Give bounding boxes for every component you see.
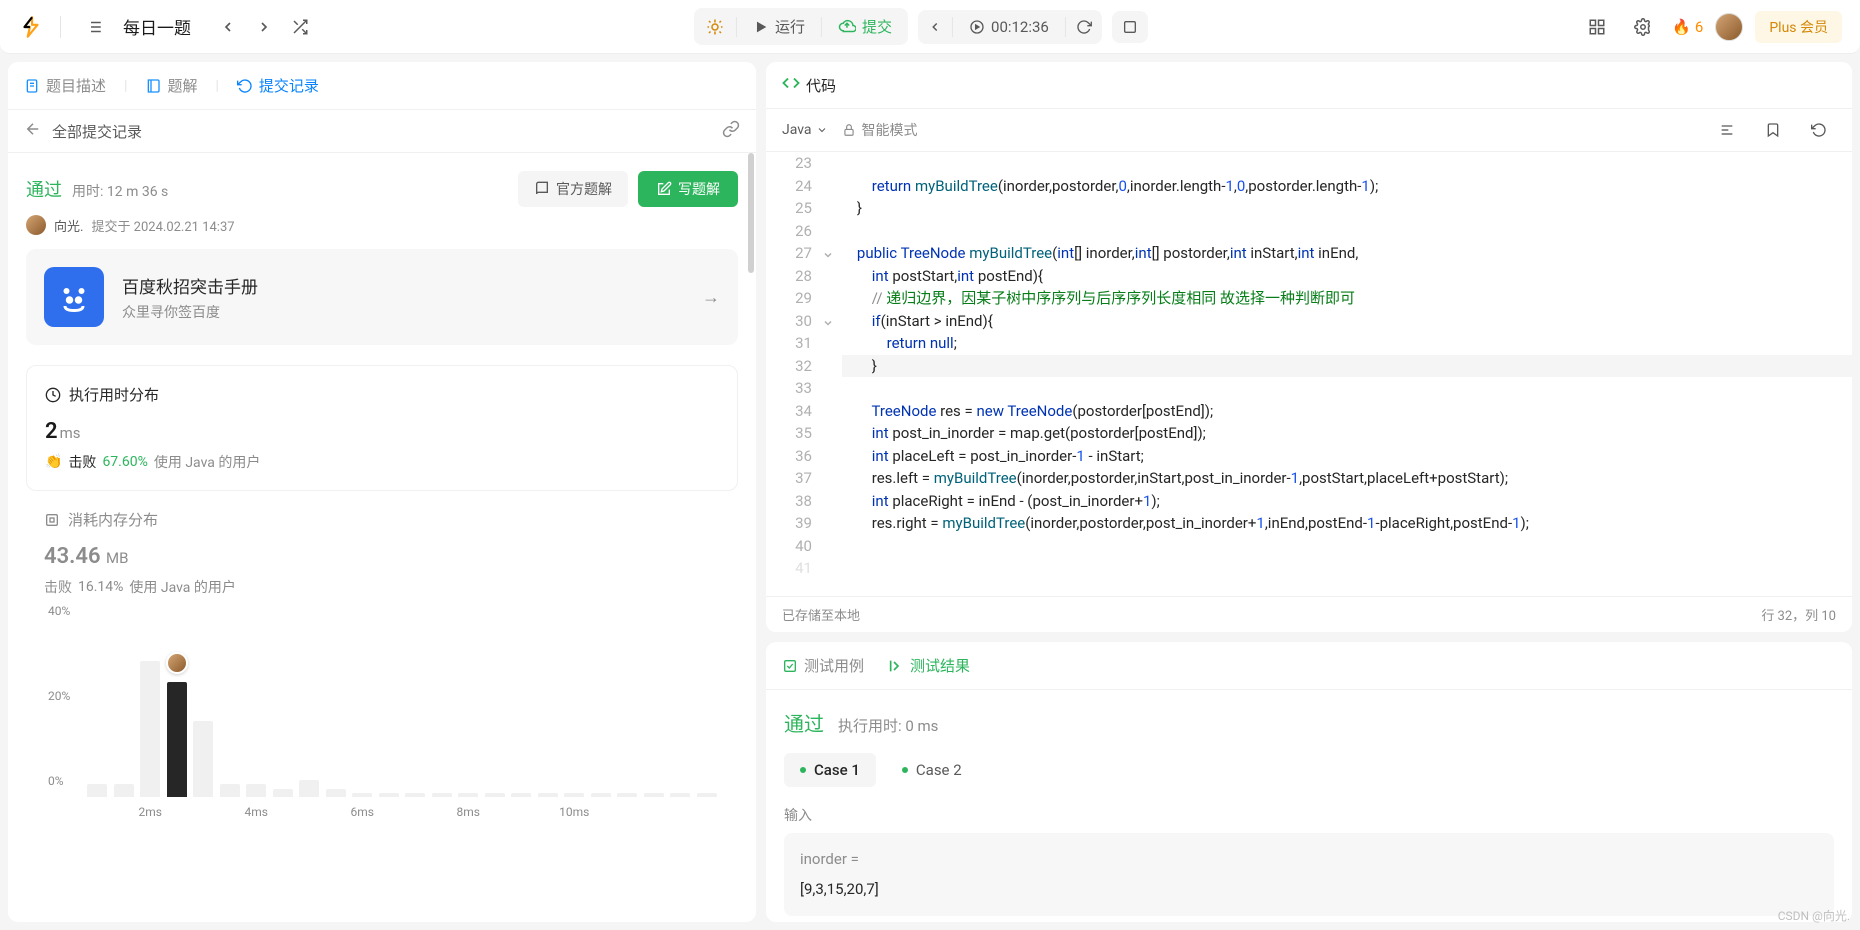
run-button[interactable]: 运行 — [737, 8, 821, 45]
tab-solutions[interactable]: 题解 — [145, 75, 197, 96]
status-dot — [800, 767, 806, 773]
bookmark-icon[interactable] — [1756, 113, 1790, 147]
tab-submissions[interactable]: 提交记录 — [237, 75, 319, 96]
back-button[interactable] — [24, 120, 42, 142]
input-box[interactable]: inorder = [9,3,15,20,7] — [784, 833, 1834, 916]
user-name[interactable]: 向光. — [54, 216, 83, 235]
timer-group: 00:12:36 — [918, 10, 1102, 44]
cursor-position: 行 32，列 10 — [1761, 605, 1836, 624]
official-solution-button[interactable]: 官方题解 — [518, 171, 628, 207]
plus-member-button[interactable]: Plus 会员 — [1755, 11, 1842, 43]
left-panel: 题目描述 | 题解 | 提交记录 全部提交记录 通过 用时: 12 m 36 s… — [8, 62, 756, 922]
result-status: 通过 — [784, 708, 824, 737]
notes-button[interactable] — [1112, 11, 1148, 43]
code-panel: 代码 Java 智能模式 232425262728293031323334353… — [766, 62, 1852, 632]
time-used: 用时: 12 m 36 s — [72, 181, 168, 201]
status-dot — [902, 767, 908, 773]
timer-display[interactable]: 00:12:36 — [953, 10, 1065, 44]
code-editor[interactable]: 23242526272829303132333435363738394041 r… — [766, 152, 1852, 596]
format-icon[interactable] — [1710, 113, 1744, 147]
result-time: 执行用时: 0 ms — [838, 715, 938, 736]
settings-icon[interactable] — [1626, 10, 1660, 44]
fire-icon: 🔥 — [1672, 18, 1691, 36]
timer-reset-button[interactable] — [1066, 11, 1102, 43]
page-title: 每日一题 — [123, 14, 191, 39]
debug-button[interactable] — [694, 10, 736, 44]
runtime-chart: 40%20%0%2ms4ms6ms8ms10ms — [44, 611, 720, 821]
write-solution-button[interactable]: 写题解 — [638, 171, 738, 207]
promo-subtitle: 众里寻你签百度 — [122, 302, 684, 322]
sub-header-title: 全部提交记录 — [52, 121, 712, 142]
logo[interactable] — [18, 14, 44, 40]
scrollbar[interactable] — [748, 153, 754, 273]
promo-card[interactable]: 百度秋招突击手册 众里寻你签百度 → — [26, 249, 738, 345]
case-1-tab[interactable]: Case 1 — [784, 753, 876, 787]
divider — [60, 16, 61, 38]
user-avatar[interactable] — [26, 215, 46, 235]
tab-testcases[interactable]: 测试用例 — [782, 655, 864, 676]
share-link-icon[interactable] — [722, 120, 740, 142]
timer-prev-button[interactable] — [918, 12, 952, 42]
top-bar: 每日一题 运行 提交 00:12:36 — [0, 0, 1860, 54]
promo-icon — [44, 267, 104, 327]
layout-icon[interactable] — [1580, 10, 1614, 44]
chevron-right-icon: → — [702, 287, 720, 308]
promo-title: 百度秋招突击手册 — [122, 273, 684, 298]
submit-time: 提交于 2024.02.21 14:37 — [91, 216, 234, 235]
tab-description[interactable]: 题目描述 — [24, 75, 106, 96]
prev-problem-button[interactable] — [211, 10, 245, 44]
run-label: 运行 — [775, 16, 805, 37]
memory-card: 消耗内存分布 43.46 MB 击败 16.14% 使用 Java 的用户 40… — [26, 509, 738, 839]
save-status: 已存储至本地 — [782, 605, 860, 624]
test-panel: 测试用例 测试结果 通过 执行用时: 0 ms Case 1 Case 2 输入… — [766, 642, 1852, 922]
watermark: CSDN @向光. — [1778, 907, 1850, 924]
clap-icon: 👏 — [45, 454, 62, 470]
avatar[interactable] — [1715, 13, 1743, 41]
tab-code[interactable]: 代码 — [782, 74, 836, 96]
reset-code-icon[interactable] — [1802, 113, 1836, 147]
input-label: 输入 — [784, 805, 1834, 825]
debug-group: 运行 提交 — [694, 8, 908, 45]
runtime-card: 执行用时分布 2ms 👏击败 67.60% 使用 Java 的用户 — [26, 365, 738, 491]
submit-button[interactable]: 提交 — [822, 8, 908, 45]
next-problem-button[interactable] — [247, 10, 281, 44]
language-select[interactable]: Java — [782, 122, 828, 138]
code-icon — [782, 74, 800, 96]
mode-label[interactable]: 智能模式 — [842, 120, 918, 140]
random-problem-button[interactable] — [283, 10, 317, 44]
tab-testresults[interactable]: 测试结果 — [888, 655, 970, 676]
streak-indicator[interactable]: 🔥6 — [1672, 18, 1703, 36]
submit-label: 提交 — [862, 16, 892, 37]
status-pass: 通过 — [26, 176, 62, 202]
problem-list-icon[interactable] — [77, 10, 111, 44]
case-2-tab[interactable]: Case 2 — [886, 753, 978, 787]
